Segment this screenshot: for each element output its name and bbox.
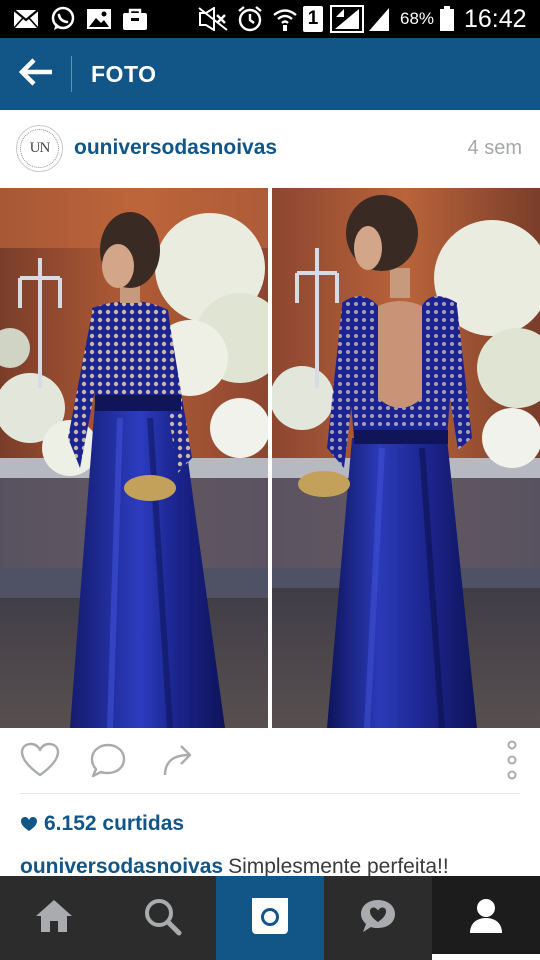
bag-icon: [122, 6, 148, 32]
avatar-ring: UN: [20, 129, 59, 168]
app-bar-divider: [71, 56, 72, 92]
battery-percent: 68%: [400, 9, 435, 28]
like-button[interactable]: [20, 742, 60, 782]
bottom-nav: [0, 876, 540, 960]
image-icon: [86, 6, 112, 32]
battery-icon: [438, 6, 456, 32]
signal-icon: [330, 5, 364, 33]
search-icon: [142, 896, 182, 941]
comment-icon: [89, 742, 127, 783]
mute-icon: [198, 6, 228, 32]
post-header: UN ouniversodasnoivas 4 sem: [0, 110, 540, 188]
clock: 16:42: [464, 5, 527, 33]
nav-camera[interactable]: [216, 876, 324, 960]
post-actions: [0, 728, 540, 794]
nav-profile[interactable]: [432, 876, 540, 960]
avatar[interactable]: UN: [16, 125, 63, 172]
status-bar: 1 68% 16:42: [0, 0, 540, 38]
nav-search[interactable]: [108, 876, 216, 960]
photo-panel-front: [0, 188, 268, 728]
more-vertical-icon: [505, 740, 519, 785]
heart-icon: [20, 816, 38, 832]
post-photo[interactable]: [0, 188, 540, 728]
likes-count[interactable]: 6.152 curtidas: [20, 808, 184, 840]
caption-text: Simplesmente perfeita!!: [228, 855, 449, 878]
likes-label: 6.152 curtidas: [44, 812, 185, 835]
mail-icon: [12, 6, 40, 32]
share-button[interactable]: [158, 742, 198, 782]
photo-panel-back: [272, 188, 540, 728]
post-caption: ouniversodasnoivas Simplesmente perfeita!…: [20, 852, 530, 878]
alarm-icon: [236, 6, 264, 32]
whatsapp-icon: [50, 6, 76, 32]
share-icon: [159, 742, 197, 783]
post-time: 4 sem: [467, 137, 522, 159]
heart-icon: [20, 742, 60, 783]
actions-divider: [20, 793, 520, 794]
comment-button[interactable]: [88, 742, 128, 782]
caption-username[interactable]: ouniversodasnoivas: [20, 855, 223, 878]
back-button[interactable]: [8, 48, 64, 100]
page-title: FOTO: [91, 61, 157, 87]
nav-home[interactable]: [0, 876, 108, 960]
profile-icon: [468, 897, 504, 940]
camera-icon: [250, 896, 290, 941]
activity-icon: [358, 897, 398, 940]
app-bar: FOTO: [0, 38, 540, 110]
wifi-icon: [272, 6, 298, 32]
nav-activity[interactable]: [324, 876, 432, 960]
post-username[interactable]: ouniversodasnoivas: [74, 110, 277, 188]
arrow-left-icon: [18, 57, 54, 92]
more-options-button[interactable]: [492, 740, 532, 785]
signal-icon: [368, 6, 390, 32]
sim-icon: 1: [302, 6, 324, 32]
avatar-monogram: UN: [29, 140, 51, 156]
home-icon: [33, 897, 75, 940]
